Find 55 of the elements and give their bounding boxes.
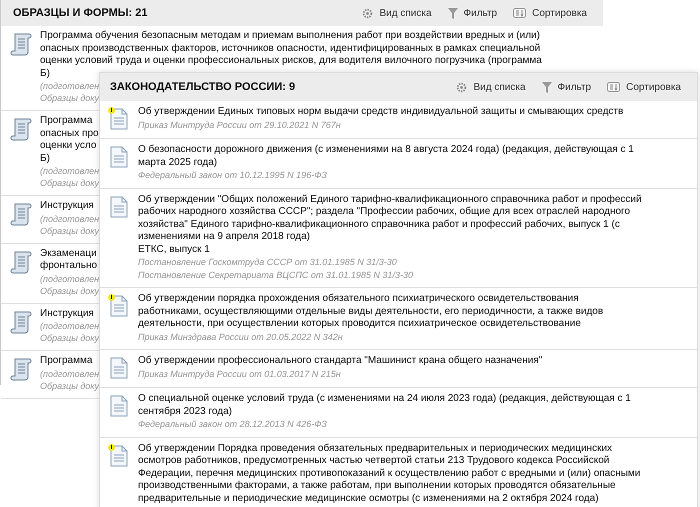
gear-icon	[362, 8, 374, 18]
document-note: Образцы доку	[40, 224, 100, 236]
filter-icon	[448, 8, 458, 18]
scroll-icon	[10, 357, 32, 381]
toolbar-button[interactable]: Сортировка	[513, 6, 587, 20]
scroll-icon	[10, 202, 32, 226]
document-note: Образцы доку	[40, 284, 100, 296]
document-link[interactable]: Программа	[40, 355, 92, 368]
document-link[interactable]: О безопасности дорожного движения (с изменениями на 8 августа 2024 года) (редакция, действующая с 1 марта 2025 года)	[138, 144, 643, 169]
document-link[interactable]: Инструкция	[40, 308, 94, 320]
document-link[interactable]: Программа опасных про оценки усло Б)	[40, 115, 99, 165]
document-link[interactable]: Об утверждении профессионального стандарта "Машинист крана общего назначения"	[138, 355, 643, 368]
document-link[interactable]: Об утверждении порядка прохождения обязательного психиатрического освидетельствования работниками, осуществляющими отдельные виды деятельности, его периодичности, а также видов деятельности, при осуществлении которых проводится психиатрическое освидетельствование	[138, 293, 643, 330]
document-link[interactable]: Экзаменаци фронтально	[40, 248, 98, 272]
document-source: Федеральный закон от 10.12.1995 N 196-ФЗ	[138, 169, 328, 182]
document-icon	[110, 108, 128, 130]
document-icon	[110, 295, 128, 317]
toolbar-button[interactable]: Фильтр	[542, 80, 592, 94]
panel-title: ЗАКОНОДАТЕЛЬСТВО РОССИИ: 9	[110, 80, 296, 95]
document-link[interactable]: Об утверждении "Общих положений Единого тарифно-квалификационного справочника работ и профессий рабочих народного хозяйства СССР"; раздела "Профессии рабочих, общие для всех отраслей народного хозяйства" Единого тарифно-квалификационного справочника работ и профессий рабочих, выпуск 1 (с изменениями на 9 апреля 2018 года)	[138, 194, 643, 244]
document-note: Образцы доку	[40, 177, 100, 189]
document-note: (подготовлен	[40, 165, 100, 177]
document-source: Приказ Минтруда России от 29.10.2021 N 767н	[138, 118, 342, 131]
document-source: Постановление Госкомтруда СССР от 31.01.1985 N 31/3-30	[138, 256, 398, 268]
document-subtitle: ЕТКС, выпуск 1	[138, 244, 211, 256]
document-source: Постановление Секретариата ВЦСПС от 31.01.1985 N 31/3-30	[138, 268, 414, 281]
document-note: (подготовлен	[40, 368, 100, 380]
filter-icon	[542, 82, 552, 92]
toolbar-button[interactable]: Вид списка	[456, 80, 526, 94]
document-icon	[110, 444, 128, 466]
document-note: (подготовлен	[40, 212, 100, 224]
sort-icon	[607, 82, 620, 92]
document-source: Приказ Минтруда России от 01.03.2017 N 215н	[138, 368, 342, 380]
scroll-icon	[10, 310, 32, 334]
document-note: Образцы доку	[40, 380, 100, 392]
document-link[interactable]: О специальной оценке условий труда (с изменениями на 24 июля 2023 года) (редакция, действующая с 1 сентября 2023 года)	[138, 393, 643, 418]
panel-title: ОБРАЗЦЫ И ФОРМЫ: 21	[13, 6, 148, 21]
scroll-icon	[10, 250, 32, 274]
document-link[interactable]: Инструкция	[40, 200, 94, 212]
document-note: (подготовлен	[40, 80, 100, 92]
document-link[interactable]: Об утверждении Порядка проведения обязательных предварительных и периодических медицинских осмотров работников, предусмотренных частью четвертой статьи 213 Трудового кодекса Российской Федерации, перечня медицинских противопоказаний к осуществлению работ с вредными и (или) опасными производственными факторами, а также работам, при выполнении которых проводятся обязательные предварительные и периодические медицинские осмотры (с изменениями на 2 октября 2024 года)	[138, 442, 643, 505]
toolbar-button[interactable]: Вид списка	[362, 6, 432, 20]
document-note: (подготовлен	[40, 272, 100, 284]
document-note: (подготовлен	[40, 320, 100, 332]
document-note: Образцы доку	[40, 332, 100, 344]
sort-icon	[513, 8, 526, 18]
document-link[interactable]: Об утверждении Единых типовых норм выдачи средств индивидуальной защиты и смывающих средств	[138, 106, 643, 118]
gear-icon	[456, 82, 468, 92]
document-note: Образцы доку	[40, 92, 100, 104]
document-source: Федеральный закон от 28.12.2013 N 426-ФЗ	[138, 418, 328, 430]
toolbar-button[interactable]: Сортировка	[607, 80, 681, 94]
toolbar-button[interactable]: Фильтр	[448, 6, 498, 20]
document-source: Приказ Минздрава России от 20.05.2022 N 342н	[138, 330, 344, 343]
scroll-icon	[10, 32, 32, 56]
scroll-icon	[10, 117, 32, 141]
